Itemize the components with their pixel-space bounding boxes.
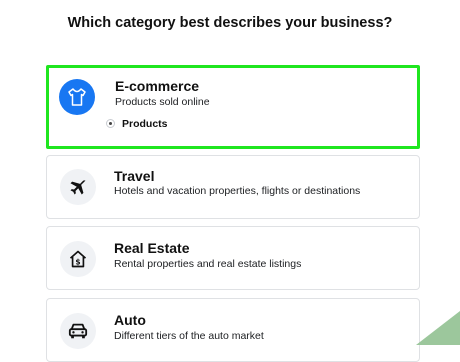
category-title: Travel bbox=[114, 168, 155, 184]
category-description: Hotels and vacation properties, flights … bbox=[114, 185, 361, 197]
category-title: Real Estate bbox=[114, 240, 190, 256]
category-card-travel[interactable]: Travel Hotels and vacation properties, f… bbox=[46, 155, 420, 219]
products-option-label[interactable]: Products bbox=[122, 118, 168, 130]
tshirt-icon bbox=[59, 79, 95, 115]
category-card-real-estate[interactable]: $ Real Estate Rental properties and real… bbox=[46, 226, 420, 290]
corner-decoration bbox=[416, 311, 460, 345]
radio-selected-dot bbox=[109, 122, 112, 125]
category-title: E-commerce bbox=[115, 78, 200, 94]
category-description: Rental properties and real estate listin… bbox=[114, 258, 302, 270]
category-description: Products sold online bbox=[115, 96, 210, 108]
category-description: Different tiers of the auto market bbox=[114, 330, 264, 342]
category-card-auto[interactable]: Auto Different tiers of the auto market bbox=[46, 298, 420, 362]
airplane-icon bbox=[60, 169, 96, 205]
car-icon bbox=[60, 313, 96, 349]
products-radio[interactable] bbox=[106, 119, 115, 128]
category-title: Auto bbox=[114, 312, 146, 328]
svg-text:$: $ bbox=[75, 257, 80, 266]
category-card-ecommerce[interactable]: E-commerce Products sold online Products bbox=[46, 65, 420, 149]
category-question: Which category best describes your busin… bbox=[67, 15, 393, 31]
house-dollar-icon: $ bbox=[60, 241, 96, 277]
